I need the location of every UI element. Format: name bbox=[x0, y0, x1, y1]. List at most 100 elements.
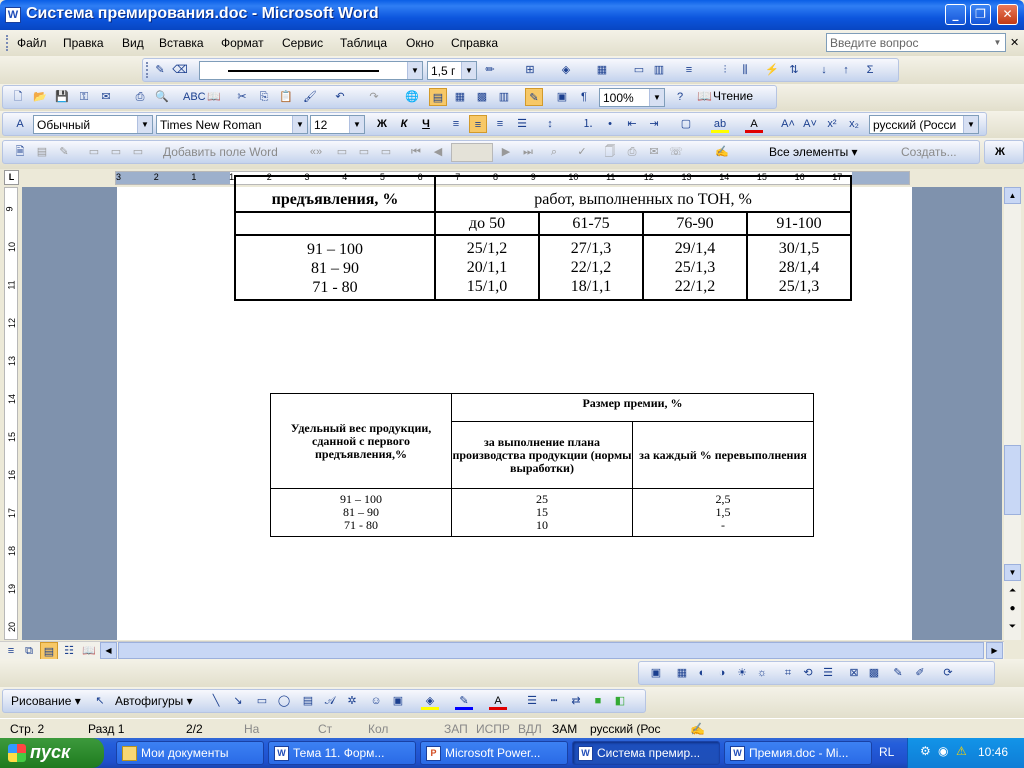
network-icon[interactable]: ⚙ bbox=[920, 744, 931, 758]
shrink-font-icon[interactable]: A˅ bbox=[801, 115, 819, 133]
language-indicator[interactable]: RL bbox=[879, 745, 894, 759]
status-overtype[interactable]: ЗАМ bbox=[552, 722, 577, 736]
italic-button[interactable]: К bbox=[395, 115, 413, 133]
oval-icon[interactable]: ◯ bbox=[275, 692, 293, 710]
line-weight-icon[interactable]: ☰ bbox=[523, 692, 541, 710]
view-merged-data-icon[interactable]: «» bbox=[307, 143, 325, 161]
highlight-icon[interactable]: ab bbox=[711, 115, 729, 133]
diagram-icon[interactable]: ✲ bbox=[343, 692, 361, 710]
menu-window[interactable]: Окно bbox=[406, 36, 434, 50]
email-icon[interactable]: ✉ bbox=[97, 88, 115, 106]
rotate-icon[interactable]: ⟲ bbox=[799, 664, 817, 682]
arrow-style-icon[interactable]: ⇄ bbox=[567, 692, 585, 710]
select-objects-icon[interactable]: ✍ bbox=[713, 143, 731, 161]
reset-picture-icon[interactable]: ⟳ bbox=[939, 664, 957, 682]
new-document-icon[interactable]: 🗋 bbox=[9, 88, 27, 106]
menu-insert[interactable]: Вставка bbox=[159, 36, 204, 50]
antivirus-icon[interactable]: ◉ bbox=[938, 744, 948, 758]
task-word-bonus[interactable]: W Премия.doc - Mi... bbox=[724, 741, 872, 765]
drawing-font-color-icon[interactable]: A bbox=[489, 692, 507, 710]
clip-art-icon[interactable]: ☺ bbox=[367, 692, 385, 710]
picture-icon[interactable]: ▣ bbox=[389, 692, 407, 710]
merge-email-icon[interactable]: ✉ bbox=[645, 143, 663, 161]
arrow-icon[interactable]: ↘ bbox=[229, 692, 247, 710]
language-select[interactable]: русский (Росси ▼ bbox=[869, 115, 979, 134]
justify-icon[interactable]: ☰ bbox=[513, 115, 531, 133]
tab-selector-icon[interactable]: L bbox=[4, 170, 19, 185]
menu-table[interactable]: Таблица bbox=[340, 36, 387, 50]
spelling-status-icon[interactable]: ✍ bbox=[690, 722, 705, 736]
distribute-rows-icon[interactable]: ⫶ bbox=[716, 61, 734, 79]
task-my-documents[interactable]: Мои документы bbox=[116, 741, 264, 765]
redo-icon[interactable]: ↷ bbox=[365, 88, 383, 106]
outline-view-icon[interactable]: ☷ bbox=[60, 642, 78, 660]
line-style-select[interactable]: ▼ bbox=[199, 61, 423, 80]
bold-mini-button[interactable]: Ж bbox=[991, 143, 1009, 161]
text-direction-icon[interactable]: ⇅ bbox=[785, 61, 803, 79]
task-word-theme11[interactable]: W Тема 11. Форм... bbox=[268, 741, 416, 765]
autosum-icon[interactable]: Σ bbox=[861, 61, 879, 79]
grow-font-icon[interactable]: A˄ bbox=[779, 115, 797, 133]
previous-page-icon[interactable]: ⏶ bbox=[1004, 585, 1021, 602]
bullets-icon[interactable]: • bbox=[601, 115, 619, 133]
align-right-icon[interactable]: ≡ bbox=[491, 115, 509, 133]
normal-view-icon[interactable]: ≡ bbox=[2, 642, 20, 660]
warning-icon[interactable]: ⚠ bbox=[956, 744, 967, 758]
status-extend[interactable]: ВДЛ bbox=[518, 722, 542, 736]
menu-help[interactable]: Справка bbox=[451, 36, 498, 50]
set-transparent-icon[interactable]: ✐ bbox=[911, 664, 929, 682]
horizontal-scrollbar[interactable]: ≡ ⧉ ▤ ☷ 📖 ◀ ▶ bbox=[0, 641, 1004, 660]
sort-descending-icon[interactable]: ↑ bbox=[837, 61, 855, 79]
status-track[interactable]: ИСПР bbox=[476, 722, 510, 736]
border-color-icon[interactable]: ✏ bbox=[481, 61, 499, 79]
address-block-icon[interactable]: ▭ bbox=[85, 143, 103, 161]
font-select[interactable]: Times New Roman ▼ bbox=[156, 115, 308, 134]
paste-icon[interactable]: 📋 bbox=[277, 88, 295, 106]
subscript-icon[interactable]: x₂ bbox=[845, 115, 863, 133]
previous-record-icon[interactable]: ◀ bbox=[429, 143, 447, 161]
last-record-icon[interactable]: ⏭ bbox=[519, 143, 537, 161]
less-brightness-icon[interactable]: ☼ bbox=[753, 664, 771, 682]
highlight-fields-icon[interactable]: ▭ bbox=[333, 143, 351, 161]
research-icon[interactable]: 📖 bbox=[205, 88, 223, 106]
cut-icon[interactable]: ✂ bbox=[233, 88, 251, 106]
merge-fax-icon[interactable]: ☏ bbox=[667, 143, 685, 161]
create-button[interactable]: Создать... bbox=[901, 145, 957, 159]
line-spacing-icon[interactable]: ↕ bbox=[541, 115, 559, 133]
spelling-icon[interactable]: ABC bbox=[183, 88, 206, 106]
clock[interactable]: 10:46 bbox=[978, 745, 1008, 759]
permission-icon[interactable]: ⚿ bbox=[75, 88, 93, 106]
document-page[interactable]: предъявления, % работ, выполненных по ТО… bbox=[117, 175, 912, 640]
first-record-icon[interactable]: ⏮ bbox=[407, 143, 425, 161]
maximize-button[interactable]: ❐ bbox=[970, 4, 991, 25]
columns-icon[interactable]: ▥ bbox=[495, 88, 513, 106]
minimize-button[interactable]: _ bbox=[945, 4, 966, 25]
menu-file[interactable]: Файл bbox=[17, 36, 47, 50]
line-style-icon[interactable]: ☰ bbox=[819, 664, 837, 682]
format-picture-icon[interactable]: ✎ bbox=[889, 664, 907, 682]
merge-new-document-icon[interactable]: 🗍 bbox=[601, 143, 619, 161]
split-cells-icon[interactable]: ▥ bbox=[650, 61, 668, 79]
browse-object-icon[interactable]: ● bbox=[1004, 603, 1021, 620]
increase-indent-icon[interactable]: ⇥ bbox=[645, 115, 663, 133]
borders-icon[interactable]: ⊞ bbox=[521, 61, 539, 79]
align-cell-icon[interactable]: ≡ bbox=[680, 61, 698, 79]
add-word-field-button[interactable]: Добавить поле Word bbox=[163, 145, 278, 159]
menu-edit[interactable]: Правка bbox=[63, 36, 104, 50]
font-size-select[interactable]: 12 ▼ bbox=[310, 115, 365, 134]
greeting-line-icon[interactable]: ▭ bbox=[107, 143, 125, 161]
save-icon[interactable]: 💾 bbox=[53, 88, 71, 106]
scroll-up-icon[interactable]: ▲ bbox=[1004, 187, 1021, 204]
scroll-down-icon[interactable]: ▼ bbox=[1004, 564, 1021, 581]
format-painter-icon[interactable]: 🖌 bbox=[301, 88, 319, 106]
match-fields-icon[interactable]: ▭ bbox=[355, 143, 373, 161]
show-formatting-icon[interactable]: ¶ bbox=[575, 88, 593, 106]
shadow-icon[interactable]: ■ bbox=[589, 692, 607, 710]
insert-picture-icon[interactable]: ▣ bbox=[647, 664, 665, 682]
open-data-source-icon[interactable]: ▤ bbox=[33, 143, 51, 161]
menu-close-doc-icon[interactable]: ✕ bbox=[1010, 36, 1019, 49]
compress-icon[interactable]: ⊠ bbox=[845, 664, 863, 682]
print-preview-icon[interactable]: 🔍 bbox=[153, 88, 171, 106]
outside-border-icon[interactable]: ▢ bbox=[677, 115, 695, 133]
draw-table-icon[interactable]: ✎ bbox=[151, 61, 169, 79]
